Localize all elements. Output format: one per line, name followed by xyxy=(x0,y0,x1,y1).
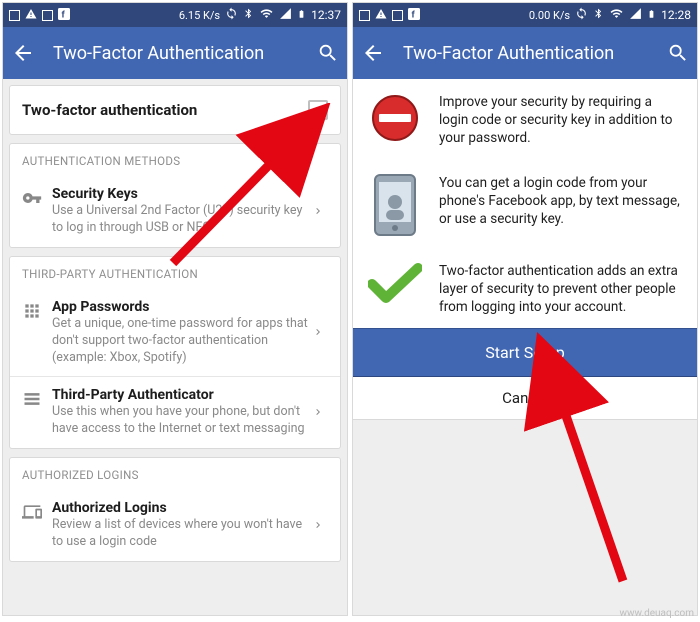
start-setup-label: Start Setup xyxy=(485,343,564,362)
status-icon xyxy=(359,10,370,21)
no-entry-icon xyxy=(367,93,423,143)
layers-icon xyxy=(22,387,52,413)
row-app-passwords[interactable]: App Passwords Get a unique, one-time pas… xyxy=(10,289,340,377)
page-title: Two-Factor Authentication xyxy=(53,43,317,64)
status-icon xyxy=(9,10,20,21)
network-speed: 0.00 K/s xyxy=(529,9,570,22)
chevron-right-icon xyxy=(312,403,332,422)
signal-icon xyxy=(629,7,642,23)
status-icon xyxy=(392,10,403,21)
row-subtitle: Use a Universal 2nd Factor (U2F) securit… xyxy=(52,203,308,237)
back-button[interactable] xyxy=(11,41,35,65)
signal-icon xyxy=(279,7,292,23)
key-icon xyxy=(22,186,52,212)
intro-text: You can get a login code from your phone… xyxy=(439,174,681,229)
sync-icon xyxy=(575,7,588,23)
appbar: Two-Factor Authentication xyxy=(353,27,697,79)
grid-icon xyxy=(22,299,52,325)
warning-icon xyxy=(375,8,387,23)
wifi-icon xyxy=(259,7,274,23)
row-tp-authenticator[interactable]: Third-Party Authenticator Use this when … xyxy=(10,376,340,448)
page-title: Two-Factor Authentication xyxy=(403,43,667,64)
section-header-authorized: AUTHORIZED LOGINS xyxy=(10,458,340,490)
battery-icon xyxy=(647,7,656,24)
watermark: www.deuaq.com xyxy=(620,608,695,619)
bluetooth-icon xyxy=(243,7,254,23)
search-button[interactable] xyxy=(667,42,689,64)
status-icon xyxy=(42,10,53,21)
clock: 12:37 xyxy=(311,8,341,22)
battery-icon xyxy=(297,7,306,24)
phone-left: f 6.15 K/s 12:37 Two-Factor Authenticati… xyxy=(2,2,348,616)
cancel-label: Cancel xyxy=(502,389,548,407)
row-security-keys[interactable]: Security Keys Use a Universal 2nd Factor… xyxy=(10,176,340,247)
clock: 12:28 xyxy=(661,8,691,22)
network-speed: 6.15 K/s xyxy=(179,9,220,22)
chevron-right-icon xyxy=(312,202,332,221)
sync-icon xyxy=(225,7,238,23)
chevron-right-icon xyxy=(312,516,332,535)
intro-item-1: Improve your security by requiring a log… xyxy=(353,79,697,160)
warning-icon xyxy=(25,8,37,23)
check-icon xyxy=(367,262,423,306)
statusbar: f 0.00 K/s 12:28 xyxy=(353,3,697,27)
tfa-checkbox[interactable] xyxy=(308,100,328,120)
facebook-icon: f xyxy=(408,8,420,23)
row-title: App Passwords xyxy=(52,299,308,315)
facebook-icon: f xyxy=(58,8,70,23)
tfa-toggle-row[interactable]: Two-factor authentication xyxy=(10,86,340,134)
phone-icon xyxy=(367,174,423,236)
section-header-thirdparty: THIRD-PARTY AUTHENTICATION xyxy=(10,257,340,289)
statusbar: f 6.15 K/s 12:37 xyxy=(3,3,347,27)
row-title: Third-Party Authenticator xyxy=(52,387,308,403)
row-subtitle: Review a list of devices where you won't… xyxy=(52,517,308,551)
tfa-toggle-label: Two-factor authentication xyxy=(22,101,197,119)
intro-text: Two-factor authentication adds an extra … xyxy=(439,262,681,317)
wifi-icon xyxy=(609,7,624,23)
row-subtitle: Get a unique, one-time password for apps… xyxy=(52,316,308,367)
chevron-right-icon xyxy=(312,323,332,342)
phone-right: f 0.00 K/s 12:28 Two-Factor Authenticati… xyxy=(352,2,698,616)
row-title: Security Keys xyxy=(52,186,308,202)
intro-item-3: Two-factor authentication adds an extra … xyxy=(353,248,697,329)
cancel-button[interactable]: Cancel xyxy=(353,377,697,420)
row-title: Authorized Logins xyxy=(52,500,308,516)
intro-text: Improve your security by requiring a log… xyxy=(439,93,681,148)
row-subtitle: Use this when you have your phone, but d… xyxy=(52,404,308,438)
section-header-methods: AUTHENTICATION METHODS xyxy=(10,144,340,176)
bluetooth-icon xyxy=(593,7,604,23)
back-button[interactable] xyxy=(361,41,385,65)
row-authorized-logins[interactable]: Authorized Logins Review a list of devic… xyxy=(10,490,340,561)
intro-item-2: You can get a login code from your phone… xyxy=(353,160,697,248)
devices-icon xyxy=(22,500,52,526)
appbar: Two-Factor Authentication xyxy=(3,27,347,79)
start-setup-button[interactable]: Start Setup xyxy=(353,328,697,377)
search-button[interactable] xyxy=(317,42,339,64)
